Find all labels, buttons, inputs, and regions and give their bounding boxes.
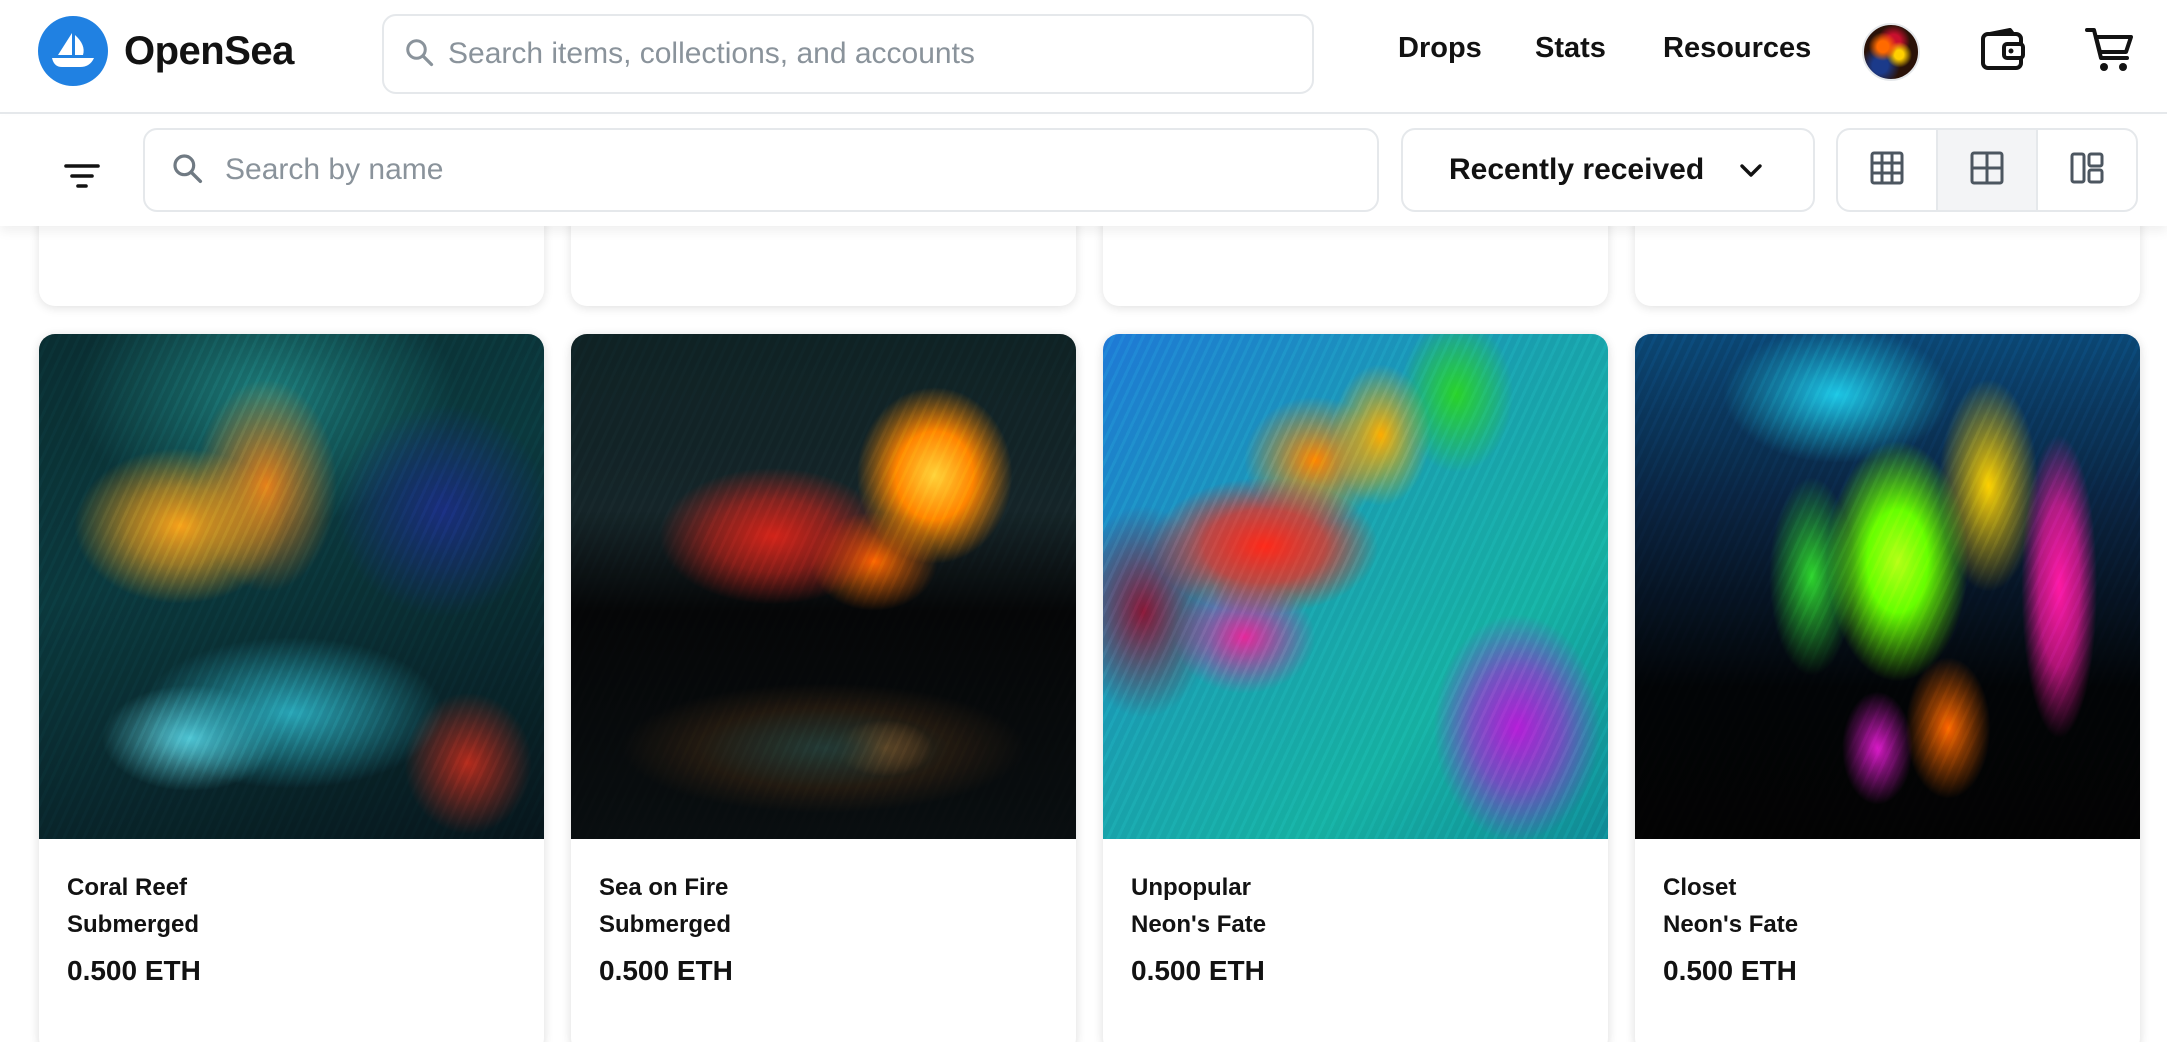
item-collection: Submerged <box>599 911 732 938</box>
search-icon <box>404 37 434 72</box>
item-card[interactable]: Unpopular Neon's Fate 0.500 ETH <box>1103 334 1608 1042</box>
item-name: Sea on Fire <box>599 874 729 901</box>
view-compact-grid-button[interactable] <box>2038 130 2136 210</box>
cart-button[interactable] <box>2080 22 2140 82</box>
nav-link-drops[interactable]: Drops <box>1398 32 1482 65</box>
opensea-logo-icon <box>38 16 108 86</box>
item-price: 0.500 ETH <box>67 955 201 986</box>
view-large-grid-button[interactable] <box>1838 130 1938 210</box>
nav-link-stats[interactable]: Stats <box>1535 32 1606 65</box>
layout-columns-icon <box>2070 151 2104 190</box>
item-collection: Neon's Fate <box>1663 911 1799 938</box>
nav-link-resources[interactable]: Resources <box>1663 32 1811 65</box>
wallet-button[interactable] <box>1973 22 2033 82</box>
name-search-input[interactable] <box>225 153 1377 187</box>
sort-dropdown[interactable]: Recently received <box>1401 128 1815 212</box>
view-mode-toggle <box>1836 128 2138 212</box>
filter-icon <box>64 162 100 195</box>
item-name: Closet <box>1663 874 1737 901</box>
global-search[interactable] <box>382 14 1314 94</box>
item-price: 0.500 ETH <box>1131 955 1265 986</box>
item-collection: Neon's Fate <box>1131 911 1267 938</box>
item-image <box>1635 334 2140 839</box>
chevron-down-icon <box>1739 153 1763 187</box>
item-image <box>39 334 544 839</box>
item-name: Coral Reef <box>67 874 188 901</box>
collection-toolbar: Recently received <box>0 116 2167 226</box>
grid-2x2-icon <box>1970 151 2004 190</box>
item-name: Unpopular <box>1131 874 1251 901</box>
grid-3x3-icon <box>1870 151 1904 190</box>
filter-toggle-button[interactable] <box>52 148 112 208</box>
item-image <box>571 334 1076 839</box>
name-search[interactable] <box>143 128 1379 212</box>
sort-selected-label: Recently received <box>1449 153 1705 186</box>
wallet-icon <box>1980 27 2026 77</box>
item-image <box>1103 334 1608 839</box>
search-icon <box>171 152 203 189</box>
avatar[interactable] <box>1862 23 1920 81</box>
item-card[interactable]: Closet Neon's Fate 0.500 ETH <box>1635 334 2140 1042</box>
global-search-input[interactable] <box>448 37 1312 71</box>
brand-name: OpenSea <box>124 28 294 73</box>
view-medium-grid-button[interactable] <box>1938 130 2038 210</box>
item-price: 0.500 ETH <box>1663 955 1797 986</box>
item-price: 0.500 ETH <box>599 955 733 986</box>
top-nav: OpenSea Drops Stats Resources <box>0 0 2167 114</box>
cart-icon <box>2085 26 2135 79</box>
item-card[interactable]: Sea on Fire Submerged 0.500 ETH <box>571 334 1076 1042</box>
item-card[interactable]: Coral Reef Submerged 0.500 ETH <box>39 334 544 1042</box>
item-collection: Submerged <box>67 911 200 938</box>
logo-link[interactable]: OpenSea <box>38 16 294 86</box>
